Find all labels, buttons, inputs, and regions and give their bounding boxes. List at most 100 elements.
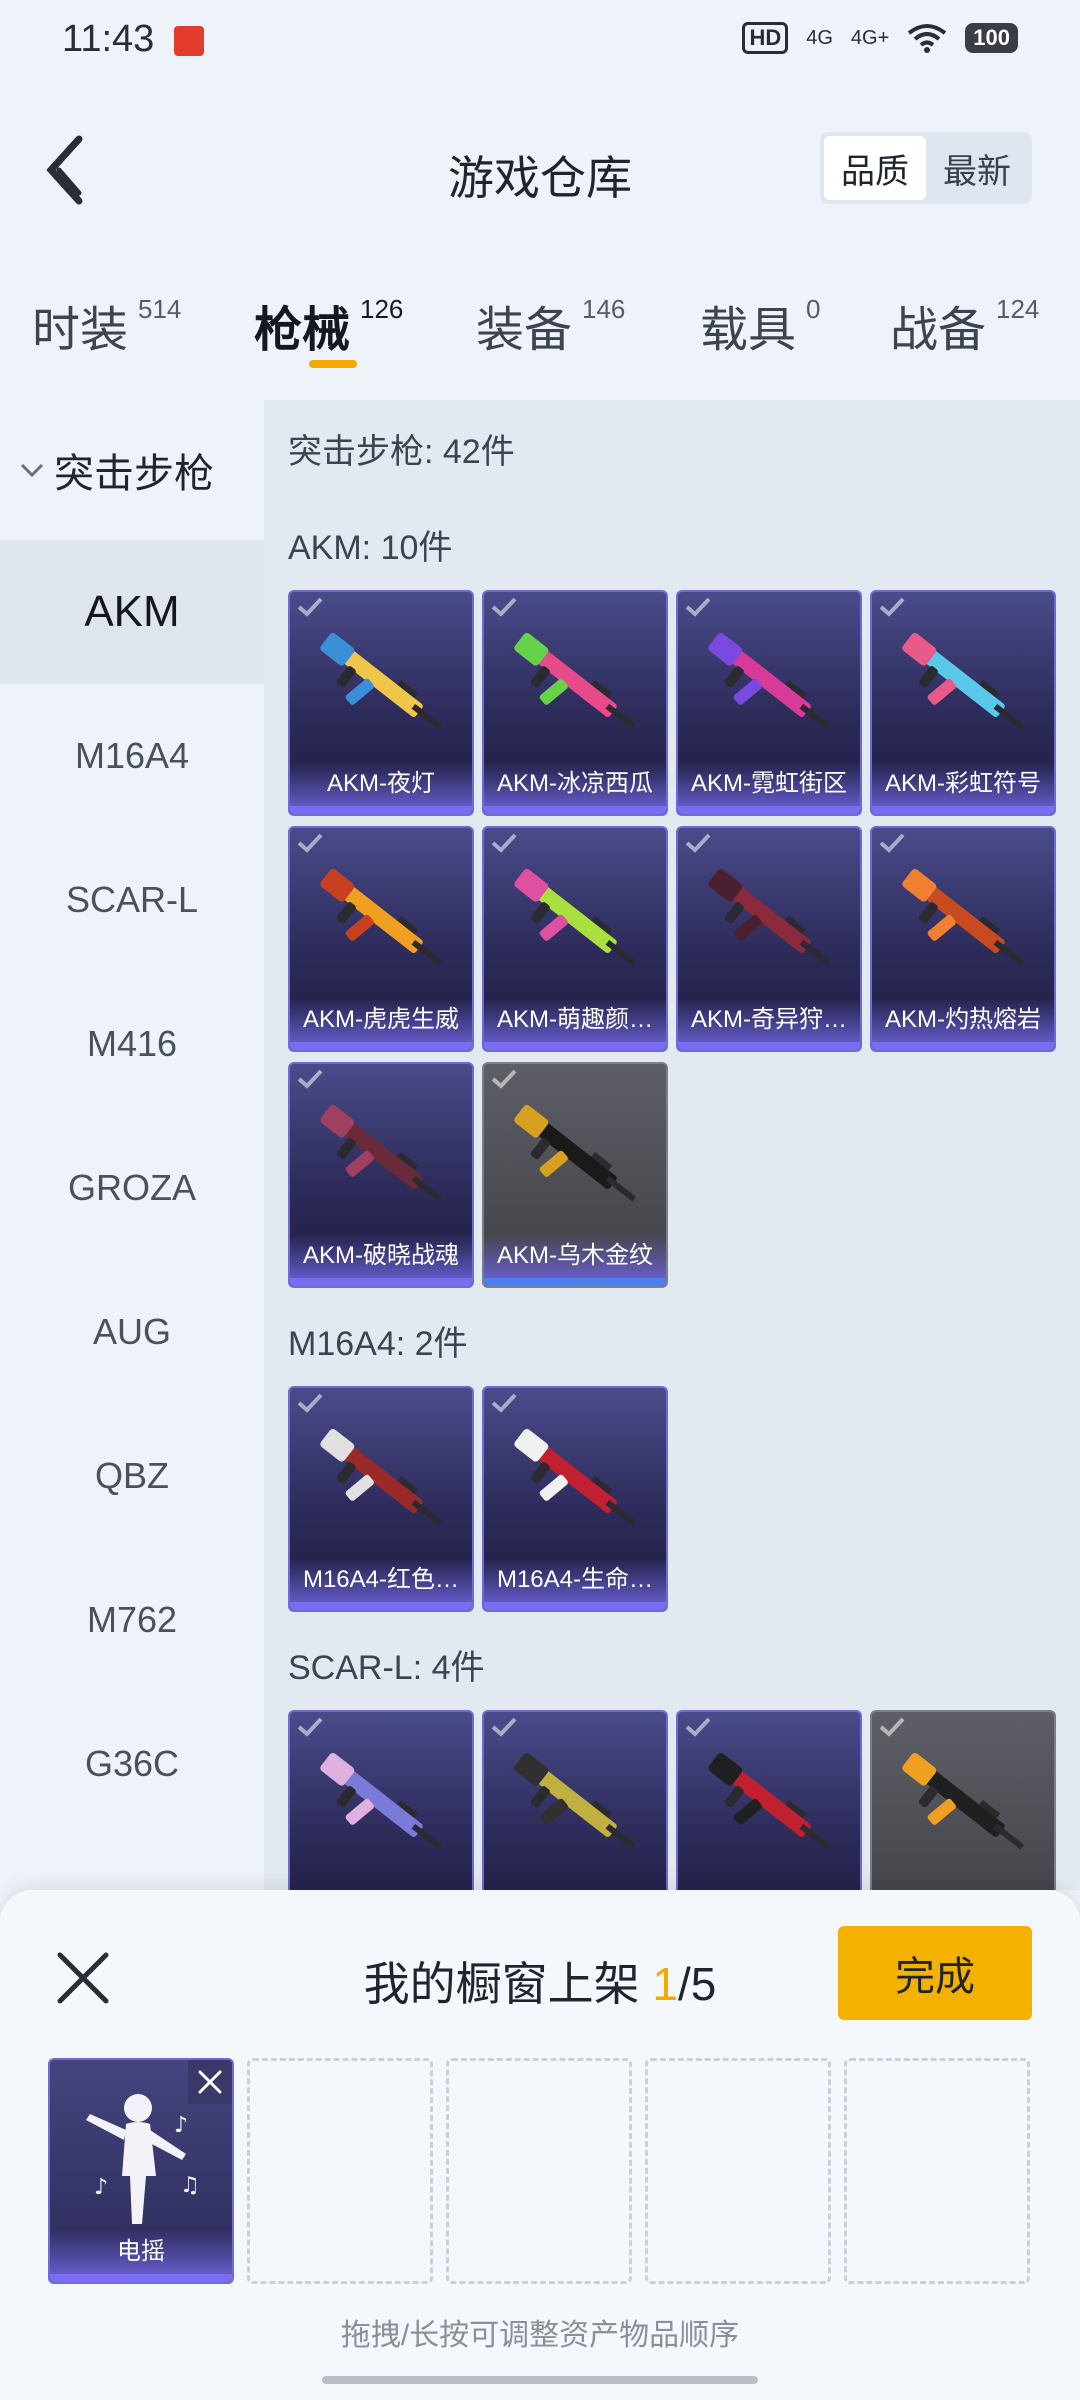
showcase-slot-filled[interactable]: ♪ ♫ ♪ 电摇 (48, 2058, 234, 2284)
rarity-bar (484, 1042, 666, 1050)
tab-count: 126 (360, 294, 404, 324)
showcase-slots: ♪ ♫ ♪ 电摇 (48, 2058, 1032, 2284)
sidebar-item-m16a4[interactable]: M16A4 (0, 684, 264, 828)
status-indicators: HD 4G 4G+ 100 (742, 22, 1018, 54)
svg-text:♪: ♪ (174, 2113, 188, 2138)
weapon-name: AKM-萌趣颜… (484, 998, 666, 1042)
sort-by-quality[interactable]: 品质 (824, 136, 926, 200)
showcase-title-text: 我的橱窗上架 (363, 1958, 640, 2010)
checkmark-icon (490, 1392, 518, 1414)
sidebar-item-scar-l[interactable]: SCAR-L (0, 828, 264, 972)
weapon-card[interactable] (288, 1710, 474, 1890)
category-tabs: 时装 514 枪械 126 装备 146 载具 0 战备 124 (0, 280, 1080, 390)
weapon-card[interactable]: AKM-萌趣颜… (482, 826, 668, 1052)
checkmark-icon (296, 1068, 324, 1090)
weapon-card[interactable]: AKM-彩虹符号 (870, 590, 1056, 816)
rifle-icon (514, 1105, 637, 1202)
weapon-card[interactable]: AKM-夜灯 (288, 590, 474, 816)
weapon-name: AKM-灼热熔岩 (872, 998, 1054, 1042)
rarity-bar (872, 1042, 1054, 1050)
rarity-bar (290, 806, 472, 814)
battery-icon: 100 (965, 23, 1018, 53)
weapon-card[interactable]: AKM-霓虹街区 (676, 590, 862, 816)
weapon-type-sidebar: 突击步枪 AKM M16A4 SCAR-L M416 GROZA AUG QBZ… (0, 400, 264, 1890)
wifi-icon (908, 24, 947, 53)
showcase-sheet: 我的橱窗上架 1/5 完成 ♪ ♫ ♪ 电摇 拖拽/长按可调整资产物品顺序 (0, 1890, 1080, 2400)
showcase-slot-empty[interactable] (247, 2058, 433, 2284)
sidebar-item-groza[interactable]: GROZA (0, 1116, 264, 1260)
weapon-name: AKM-冰凉西瓜 (484, 762, 666, 806)
weapon-name: AKM-霓虹街区 (678, 762, 860, 806)
weapon-name: AKM-乌木金纹 (484, 1234, 666, 1278)
rifle-icon (320, 1753, 443, 1850)
weapon-card[interactable]: M16A4-红色… (288, 1386, 474, 1612)
weapon-name: M16A4-红色… (290, 1558, 472, 1602)
rarity-bar (872, 806, 1054, 814)
weapon-card[interactable]: AKM-奇异狩… (676, 826, 862, 1052)
rifle-icon (320, 1429, 443, 1526)
rarity-bar (290, 1278, 472, 1286)
weapon-card[interactable] (676, 1710, 862, 1890)
done-button[interactable]: 完成 (838, 1926, 1032, 2020)
rifle-icon (708, 1753, 831, 1850)
weapon-card[interactable]: AKM-虎虎生威 (288, 826, 474, 1052)
showcase-slot-empty[interactable] (844, 2058, 1030, 2284)
tab-label: 载具 (700, 304, 797, 357)
sidebar-item-m762[interactable]: M762 (0, 1548, 264, 1692)
close-icon (198, 2070, 222, 2094)
sidebar-item-g36c[interactable]: G36C (0, 1692, 264, 1836)
active-tab-indicator (309, 360, 357, 368)
tab-count: 146 (582, 294, 626, 324)
tab-equipment[interactable]: 装备 146 (476, 290, 625, 360)
tab-vehicles[interactable]: 载具 0 (700, 290, 820, 360)
weapon-card[interactable]: AKM-灼热熔岩 (870, 826, 1056, 1052)
sidebar-item-aug[interactable]: AUG (0, 1260, 264, 1404)
tab-count: 514 (138, 294, 182, 324)
signal-4g-icon: 4G (806, 26, 833, 49)
rarity-bar (484, 1602, 666, 1610)
checkmark-icon (296, 1716, 324, 1738)
chevron-down-icon (20, 463, 44, 478)
sidebar-item-m416[interactable]: M416 (0, 972, 264, 1116)
hd-voice-icon: HD (742, 22, 789, 54)
remove-item-button[interactable] (188, 2060, 232, 2104)
tab-supplies[interactable]: 战备 124 (890, 290, 1039, 360)
rifle-icon (320, 1105, 443, 1202)
weapon-name: AKM-奇异狩… (678, 998, 860, 1042)
tab-fashion[interactable]: 时装 514 (32, 290, 181, 360)
weapon-card[interactable] (482, 1710, 668, 1890)
tab-label: 枪械 (254, 304, 351, 357)
checkmark-icon (296, 596, 324, 618)
section-title-m16a4: M16A4: 2件 (288, 1325, 468, 1363)
checkmark-icon (878, 596, 906, 618)
tab-count: 124 (996, 294, 1040, 324)
sidebar-group-assault-rifles[interactable]: 突击步枪 (0, 400, 264, 540)
weapon-card[interactable]: AKM-破晓战魂 (288, 1062, 474, 1288)
showcase-count-total: /5 (678, 1958, 717, 2010)
weapon-name: M16A4-生命… (484, 1558, 666, 1602)
showcase-slot-empty[interactable] (446, 2058, 632, 2284)
sort-by-newest[interactable]: 最新 (926, 136, 1028, 200)
checkmark-icon (684, 832, 712, 854)
checkmark-icon (296, 1392, 324, 1414)
category-count-heading: 突击步枪: 42件 (288, 433, 515, 471)
rarity-bar (484, 1278, 666, 1286)
rifle-icon (320, 869, 443, 966)
weapon-card[interactable]: AKM-乌木金纹 (482, 1062, 668, 1288)
showcase-slot-empty[interactable] (645, 2058, 831, 2284)
reorder-hint: 拖拽/长按可调整资产物品顺序 (340, 2319, 740, 2352)
sidebar-item-akm[interactable]: AKM (0, 540, 264, 684)
tab-firearms[interactable]: 枪械 126 (254, 290, 403, 360)
signal-4g-plus-icon: 4G+ (850, 26, 890, 49)
weapon-card[interactable]: M16A4-生命… (482, 1386, 668, 1612)
weapon-card[interactable]: AKM-冰凉西瓜 (482, 590, 668, 816)
home-indicator[interactable] (322, 2376, 758, 2384)
svg-text:♪: ♪ (94, 2175, 108, 2200)
status-bar: 11:43 HD 4G 4G+ 100 (0, 0, 1080, 84)
rarity-bar (290, 1602, 472, 1610)
rifle-icon (514, 869, 637, 966)
sidebar-item-qbz[interactable]: QBZ (0, 1404, 264, 1548)
section-title-akm: AKM: 10件 (288, 529, 453, 567)
slot-item-name: 电摇 (50, 2230, 232, 2274)
weapon-card[interactable] (870, 1710, 1056, 1890)
